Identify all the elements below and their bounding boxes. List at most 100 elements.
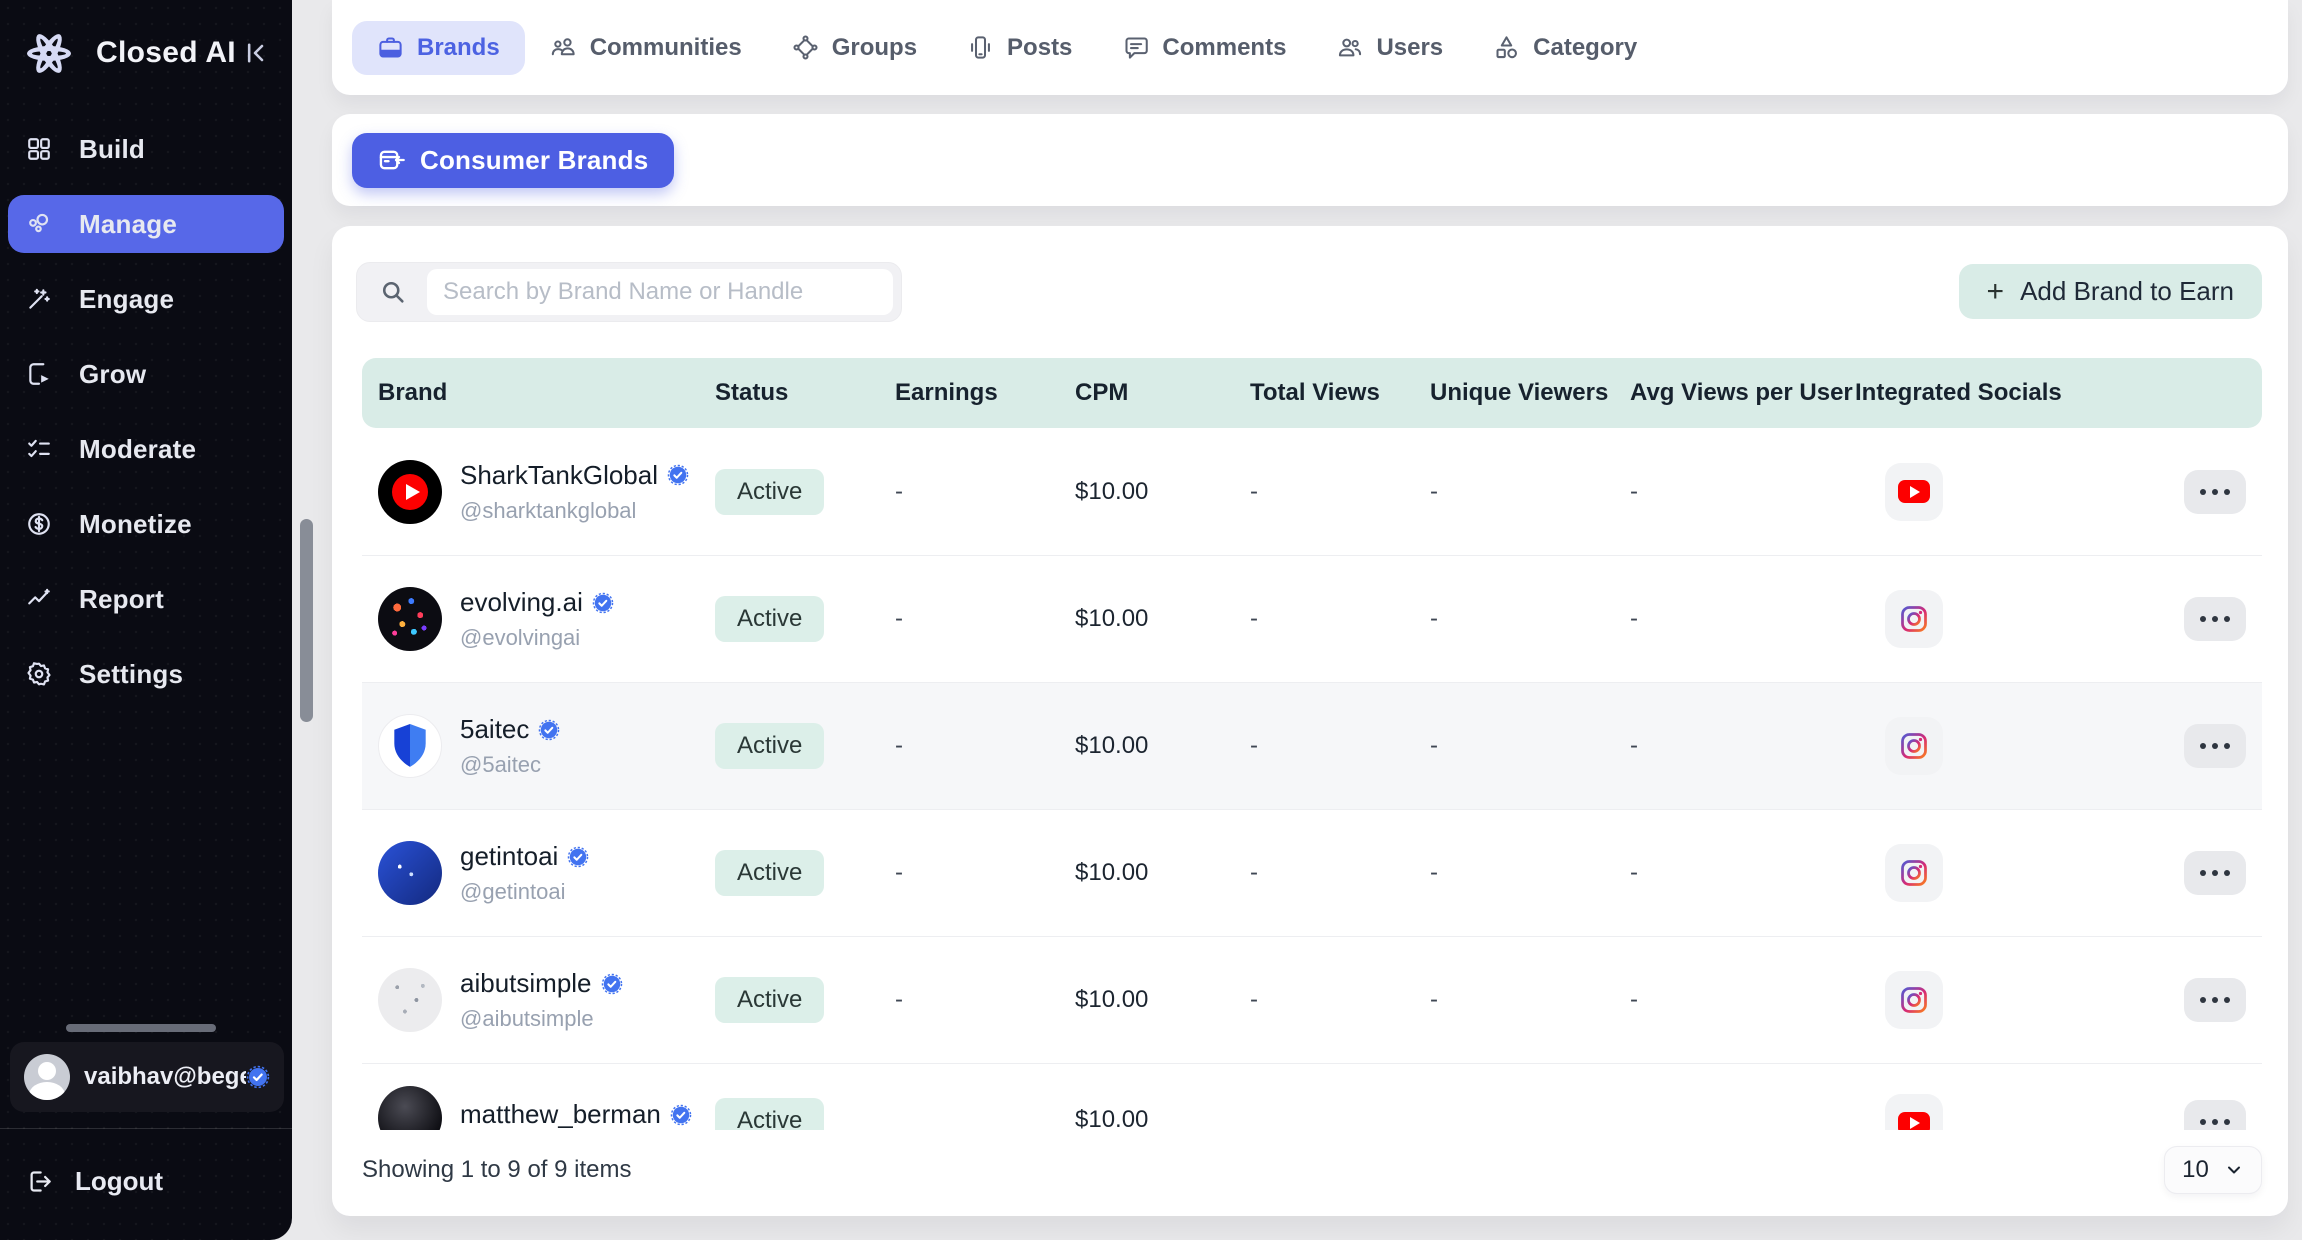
cpm-value: $10.00 [1065,859,1240,887]
cpm-value: $10.00 [1065,986,1240,1014]
earnings-value: - [885,986,1065,1014]
logout-button[interactable]: Logout [26,1166,163,1197]
brand-cell[interactable]: getintoai @getintoai [362,841,705,905]
sidebar-collapse-icon[interactable] [238,36,272,70]
phone-icon [967,34,994,61]
col-header-unique-viewers: Unique Viewers [1420,379,1620,407]
brand-avatar [378,1086,442,1130]
earnings-value: - [885,478,1065,506]
sidebar-item-label: Manage [79,209,177,240]
tab-label: Users [1376,34,1443,62]
app-title: Closed AI [96,36,238,70]
sidebar-item-engage[interactable]: Engage [8,270,284,328]
instagram-icon[interactable] [1885,844,1943,902]
verified-icon [667,464,689,486]
row-actions-button[interactable] [2184,851,2246,895]
brand-handle: @getintoai [460,879,589,905]
tab-brands[interactable]: Brands [352,21,525,75]
sidebar-item-moderate[interactable]: Moderate [8,420,284,478]
row-actions-button[interactable] [2184,470,2246,514]
row-actions-button[interactable] [2184,724,2246,768]
brand-handle: @aibutsimple [460,1006,623,1032]
sidebar-item-label: Monetize [79,509,192,540]
tab-label: Brands [417,34,500,62]
user-avatar [24,1054,70,1100]
user-account-card[interactable]: vaibhav@begenu... [10,1042,284,1112]
youtube-icon[interactable] [1885,463,1943,521]
page-size-select[interactable]: 10 [2164,1146,2262,1194]
sidebar-item-label: Build [79,134,145,165]
sidebar-item-label: Settings [79,659,183,690]
sidebar-item-grow[interactable]: Grow [8,345,284,403]
people-group-icon [550,34,577,61]
tab-posts[interactable]: Posts [942,21,1097,75]
add-brand-to-earn-button[interactable]: + Add Brand to Earn [1959,264,2262,319]
instagram-icon[interactable] [1885,717,1943,775]
row-actions-button[interactable] [2184,597,2246,641]
status-badge: Active [715,850,824,896]
sidebar-item-build[interactable]: Build [8,120,284,178]
brand-avatar [378,968,442,1032]
table-pagination: Showing 1 to 9 of 9 items 10 [362,1146,2262,1194]
col-header-cpm: CPM [1065,379,1240,407]
brand-cell[interactable]: aibutsimple @aibutsimple [362,968,705,1032]
brand-cell[interactable]: SharkTankGlobal @sharktankglobal [362,460,705,524]
consumer-brands-button[interactable]: Consumer Brands [352,133,674,188]
row-actions-button[interactable] [2184,978,2246,1022]
tab-category[interactable]: Category [1468,21,1662,75]
chart-icon [26,586,52,612]
search-input[interactable] [443,278,877,306]
table-header-row: Brand Status Earnings CPM Total Views Un… [362,358,2262,428]
instagram-icon[interactable] [1885,971,1943,1029]
sidebar-item-label: Grow [79,359,146,390]
row-actions-button[interactable] [2184,1100,2246,1130]
col-header-brand: Brand [362,379,705,407]
status-badge: Active [715,469,824,515]
consumer-brands-label: Consumer Brands [420,145,648,176]
filter-bar: Consumer Brands [332,114,2288,206]
brand-name: 5aitec [460,714,529,745]
briefcase-icon [377,34,404,61]
cpm-value: $10.00 [1065,478,1240,506]
tab-label: Communities [590,34,742,62]
brand-cell[interactable]: matthew_berman [362,1064,705,1130]
verified-icon [246,1065,270,1089]
tab-label: Groups [832,34,917,62]
verified-icon [567,846,589,868]
tab-comments[interactable]: Comments [1097,21,1311,75]
status-badge: Active [715,723,824,769]
grid-icon [26,136,52,162]
brand-search [356,262,902,322]
tab-label: Comments [1162,34,1286,62]
sidebar-scrollbar[interactable] [300,519,313,722]
gear-icon [26,661,52,687]
sidebar-item-label: Engage [79,284,174,315]
user-email: vaibhav@begenu... [84,1063,246,1091]
tab-users[interactable]: Users [1311,21,1468,75]
logout-label: Logout [75,1166,163,1197]
brands-panel: + Add Brand to Earn Brand Status Earning… [332,226,2288,1216]
instagram-icon[interactable] [1885,590,1943,648]
logout-icon [26,1168,53,1195]
sidebar: Closed AI Build Manage Engage [0,0,292,1240]
cpm-value: $10.00 [1065,1064,1240,1130]
brand-cell[interactable]: 5aitec @5aitec [362,714,705,778]
dollar-icon [26,511,52,537]
earnings-value: - [885,732,1065,760]
total-views-value: - [1240,859,1420,887]
brand-cell[interactable]: evolving.ai @evolvingai [362,587,705,651]
chevron-down-icon [2224,1160,2244,1180]
sidebar-item-monetize[interactable]: Monetize [8,495,284,553]
sidebar-item-report[interactable]: Report [8,570,284,628]
cpm-value: $10.00 [1065,732,1240,760]
sidebar-drag-handle[interactable] [66,1024,216,1032]
sidebar-item-manage[interactable]: Manage [8,195,284,253]
tab-communities[interactable]: Communities [525,21,767,75]
diamond-nodes-icon [792,34,819,61]
sidebar-divider [0,1128,292,1129]
sidebar-item-settings[interactable]: Settings [8,645,284,703]
tab-groups[interactable]: Groups [767,21,942,75]
status-badge: Active [715,596,824,642]
sidebar-item-label: Moderate [79,434,196,465]
youtube-icon[interactable] [1885,1094,1943,1130]
